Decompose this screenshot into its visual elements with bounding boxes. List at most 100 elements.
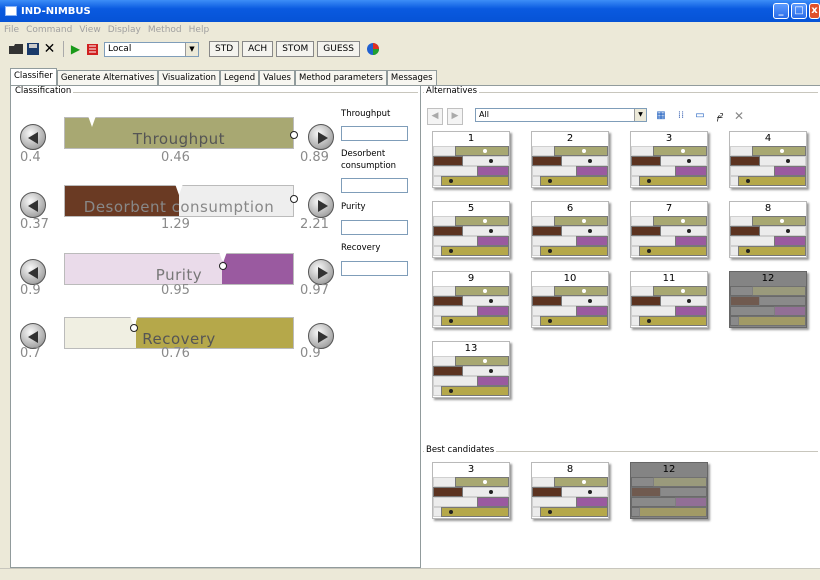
mini-bar: [752, 146, 806, 156]
menu-view[interactable]: View: [79, 25, 100, 35]
tab-method-parameters[interactable]: Method parameters: [295, 70, 387, 85]
alternative-card-4[interactable]: 4: [729, 131, 807, 188]
clear-icon[interactable]: ✕: [731, 108, 747, 124]
chevron-down-icon: ▼: [185, 42, 198, 56]
next-arrow-icon[interactable]: ▶: [447, 108, 463, 125]
alternative-card-8[interactable]: 8: [531, 462, 609, 519]
alternative-card-3[interactable]: 3: [630, 131, 708, 188]
minimize-button[interactable]: _: [773, 3, 789, 19]
purity-marker[interactable]: [218, 249, 228, 263]
std-button[interactable]: STD: [209, 41, 240, 57]
throughput-slider[interactable]: Throughput: [64, 117, 294, 149]
mini-bar: [730, 156, 760, 166]
throughput-input-label: Throughput: [341, 109, 391, 119]
mini-marker: [483, 289, 487, 293]
alternative-number: 12: [662, 464, 676, 475]
recovery-handle[interactable]: [130, 324, 138, 332]
alternative-card-3[interactable]: 3: [432, 462, 510, 519]
purity-slider[interactable]: Purity: [64, 253, 294, 285]
throughput-max-handle[interactable]: [290, 131, 298, 139]
recovery-input[interactable]: [341, 261, 408, 276]
alternative-number: 10: [563, 273, 577, 284]
tab-legend[interactable]: Legend: [219, 70, 260, 85]
tab-visualization[interactable]: Visualization: [158, 70, 220, 85]
throughput-bar-label: Throughput: [132, 130, 226, 148]
stop-icon[interactable]: [85, 42, 100, 57]
close-x-icon[interactable]: ✕: [42, 41, 57, 57]
decrease-desorbent-button[interactable]: [20, 192, 46, 218]
mini-marker: [582, 149, 586, 153]
alternative-card-12[interactable]: 12: [630, 462, 708, 519]
alternative-number: 3: [467, 464, 475, 475]
increase-purity-button[interactable]: [308, 259, 334, 285]
open-folder-icon[interactable]: [8, 42, 23, 57]
mini-marker: [582, 480, 586, 484]
alternative-card-13[interactable]: 13: [432, 341, 510, 398]
desorbent-input[interactable]: [341, 178, 408, 193]
pie-chart-icon[interactable]: [366, 42, 381, 57]
alternative-number: 11: [662, 273, 676, 284]
desorbent-marker[interactable]: [174, 181, 184, 195]
increase-throughput-button[interactable]: [308, 124, 334, 150]
toolbar: ✕ ▶ Local ▼ STD ACH STOM GUESS: [0, 37, 820, 61]
alternative-number: 8: [764, 203, 772, 214]
mini-bar: [653, 146, 707, 156]
grid-view-icon[interactable]: ▦: [653, 108, 669, 124]
alternative-card-8[interactable]: 8: [729, 201, 807, 258]
ach-button[interactable]: ACH: [242, 41, 274, 57]
mini-marker: [746, 249, 750, 253]
mini-bar: [675, 236, 707, 246]
maximize-button[interactable]: □: [791, 3, 807, 19]
mini-marker: [647, 319, 651, 323]
alternatives-filter-select[interactable]: All ▼: [475, 108, 647, 122]
throughput-marker[interactable]: [87, 113, 97, 127]
prev-arrow-icon[interactable]: ◀: [427, 108, 443, 125]
alternative-card-11[interactable]: 11: [630, 271, 708, 328]
small-grid-icon[interactable]: ⁞⁞: [673, 108, 689, 124]
alternative-card-1[interactable]: 1: [432, 131, 510, 188]
play-icon[interactable]: ▶: [68, 42, 83, 57]
stom-button[interactable]: STOM: [276, 41, 315, 57]
desorbent-max-handle[interactable]: [290, 195, 298, 203]
alternative-card-5[interactable]: 5: [432, 201, 510, 258]
mini-marker: [489, 299, 493, 303]
tab-messages[interactable]: Messages: [386, 70, 437, 85]
alternative-card-9[interactable]: 9: [432, 271, 510, 328]
desorbent-bar-label: Desorbent consumption: [83, 198, 275, 216]
alternative-card-10[interactable]: 10: [531, 271, 609, 328]
save-icon[interactable]: [25, 42, 40, 57]
mini-marker: [588, 490, 592, 494]
increase-desorbent-button[interactable]: [308, 192, 334, 218]
menu-display[interactable]: Display: [108, 25, 141, 35]
alternative-card-7[interactable]: 7: [630, 201, 708, 258]
alternative-card-2[interactable]: 2: [531, 131, 609, 188]
decrease-throughput-button[interactable]: [20, 124, 46, 150]
mini-marker: [449, 319, 453, 323]
tab-generate-alternatives[interactable]: Generate Alternatives: [56, 70, 159, 85]
recovery-slider[interactable]: Recovery: [64, 317, 294, 349]
tab-classifier[interactable]: Classifier: [10, 68, 57, 85]
purity-handle[interactable]: [219, 262, 227, 270]
menu-method[interactable]: Method: [148, 25, 182, 35]
decrease-purity-button[interactable]: [20, 259, 46, 285]
menu-help[interactable]: Help: [189, 25, 210, 35]
mini-marker: [582, 289, 586, 293]
mini-marker: [687, 299, 691, 303]
alternative-card-6[interactable]: 6: [531, 201, 609, 258]
menu-bar: File Command View Display Method Help: [0, 22, 820, 37]
guess-button[interactable]: GUESS: [317, 41, 360, 57]
alternative-number: 13: [464, 343, 478, 354]
list-view-icon[interactable]: ▭: [692, 108, 708, 124]
throughput-input[interactable]: [341, 126, 408, 141]
mini-bar: [653, 216, 707, 226]
formula-icon[interactable]: f2: [712, 108, 728, 124]
tab-values[interactable]: Values: [259, 70, 295, 85]
mini-bar: [532, 487, 562, 497]
alternative-card-12[interactable]: 12: [729, 271, 807, 328]
method-select[interactable]: Local ▼: [104, 41, 199, 57]
menu-command[interactable]: Command: [26, 25, 72, 35]
purity-input[interactable]: [341, 220, 408, 235]
mini-marker: [746, 179, 750, 183]
menu-file[interactable]: File: [4, 25, 19, 35]
close-button[interactable]: x: [809, 3, 820, 19]
